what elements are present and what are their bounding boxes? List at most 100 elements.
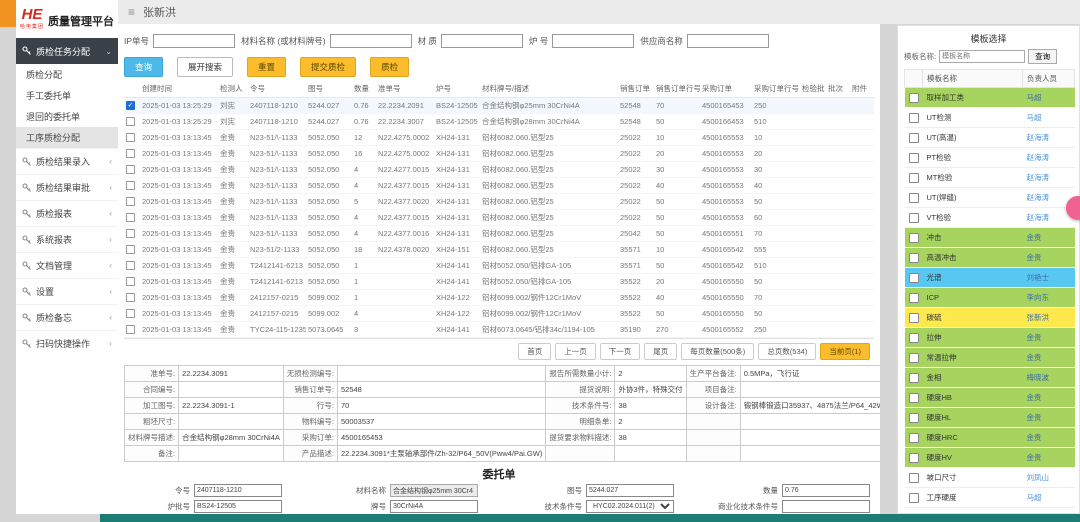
template-owner-link[interactable]: 张新洪 [1023,308,1075,328]
template-checkbox[interactable] [909,313,919,323]
template-owner-link[interactable]: 金贵 [1023,428,1075,448]
scroll-gutter[interactable] [880,24,897,514]
sidebar-item-文档管理[interactable]: 文档管理‹ [16,252,118,278]
template-owner-link[interactable]: 李向东 [1023,288,1075,308]
form-input-炉批号[interactable] [194,500,282,513]
sidebar-item-扫码快捷操作[interactable]: 扫码快捷操作‹ [16,330,118,356]
sidebar-item-质检报表[interactable]: 质检报表‹ [16,200,118,226]
search-input-IP单号[interactable] [153,34,235,48]
order-no-link[interactable]: N23-51/\-1133 [248,146,306,162]
menu-icon[interactable]: ≡ [128,5,135,19]
order-no-link[interactable]: N23-51/\-1133 [248,178,306,194]
table-row[interactable]: 2025-01-03 13:13:45金贵N23-51/\-11335052.0… [124,130,874,146]
template-owner-link[interactable]: 马超 [1023,108,1075,128]
pager-上一页[interactable]: 上一页 [555,343,596,360]
template-row[interactable]: UT(焊缝)赵海涛 [905,188,1075,208]
template-checkbox[interactable] [909,373,919,383]
form-input-牌号[interactable] [390,500,478,513]
table-row[interactable]: 2025-01-03 13:13:45金贵N23-51/\-11335052.0… [124,146,874,162]
order-no-link[interactable]: 2412157-0215 [248,290,306,306]
pager-下一页[interactable]: 下一页 [600,343,641,360]
template-owner-link[interactable]: 马超 [1023,488,1075,508]
template-checkbox[interactable] [909,213,919,223]
order-no-link[interactable]: 2407118-1210 [248,114,306,130]
template-checkbox[interactable] [909,153,919,163]
template-checkbox[interactable] [909,113,919,123]
template-row[interactable]: 光谱刘艳士 [905,268,1075,288]
template-checkbox[interactable] [909,453,919,463]
table-row[interactable]: 2025-01-03 13:13:45金贵T2412141-62135052.0… [124,274,874,290]
row-checkbox[interactable]: ✓ [126,101,135,110]
order-no-link[interactable]: N23-51/2-1133 [248,242,306,258]
order-no-link[interactable]: T2412141-6213 [248,258,306,274]
template-row[interactable]: 工序硬度马超 [905,488,1075,508]
table-row[interactable]: 2025-01-03 13:13:45金贵N23-51/2-11335052.0… [124,242,874,258]
row-checkbox[interactable] [126,261,135,270]
template-row[interactable]: 硬度HB金贵 [905,388,1075,408]
form-input-材料名称[interactable] [390,484,478,497]
提交质检-button[interactable]: 提交质检 [300,57,356,77]
template-row[interactable]: 常温拉伸金贵 [905,348,1075,368]
row-checkbox[interactable] [126,181,135,190]
search-input-炉 号[interactable] [552,34,634,48]
form-input-令号[interactable] [194,484,282,497]
form-select-技术条件号[interactable]: HYC02.2024.011(2) [586,500,674,513]
template-row[interactable]: 金相梅晓波 [905,368,1075,388]
row-checkbox[interactable] [126,117,135,126]
template-owner-link[interactable]: 刘凤山 [1023,468,1075,488]
template-row[interactable]: 硬度HV金贵 [905,448,1075,468]
sidebar-item-工序质检分配[interactable]: 工序质检分配 [16,127,118,148]
order-no-link[interactable]: T2412141-6213 [248,274,306,290]
template-checkbox[interactable] [909,493,919,503]
template-checkbox[interactable] [909,333,919,343]
template-row[interactable]: 坡口尺寸刘凤山 [905,468,1075,488]
row-checkbox[interactable] [126,213,135,222]
table-row[interactable]: 2025-01-03 13:13:45金贵2412157-02155099.00… [124,290,874,306]
template-owner-link[interactable]: 金贵 [1023,348,1075,368]
template-owner-link[interactable]: 金贵 [1023,328,1075,348]
search-input-材 质[interactable] [441,34,523,48]
form-input-商业化技术条件号[interactable] [782,500,870,513]
order-no-link[interactable]: TYC24-115-1235 [248,322,306,338]
pager-尾页[interactable]: 尾页 [644,343,677,360]
template-row[interactable]: VT检验赵海涛 [905,208,1075,228]
template-checkbox[interactable] [909,413,919,423]
pager-总页数(534)[interactable]: 总页数(534) [758,343,816,360]
template-checkbox[interactable] [909,253,919,263]
template-checkbox[interactable] [909,433,919,443]
sidebar-item-质检结果审批[interactable]: 质检结果审批‹ [16,174,118,200]
template-checkbox[interactable] [909,193,919,203]
table-row[interactable]: 2025-01-03 13:13:45金贵N23-51/\-11335052.0… [124,178,874,194]
template-checkbox[interactable] [909,233,919,243]
sidebar-item-质检分配[interactable]: 质检分配 [16,64,118,85]
template-row[interactable]: 高温冲击金贵 [905,248,1075,268]
template-row[interactable]: 冲击金贵 [905,228,1075,248]
table-row[interactable]: 2025-01-03 13:13:45金贵N23-51/\-11335052.0… [124,162,874,178]
table-row[interactable]: 2025-01-03 13:13:45金贵N23-51/\-11335052.0… [124,194,874,210]
search-input-供应商名称[interactable] [687,34,769,48]
质检-button[interactable]: 质检 [370,57,409,77]
template-checkbox[interactable] [909,173,919,183]
sidebar-item-设置[interactable]: 设置‹ [16,278,118,304]
order-no-link[interactable]: N23-51/\-1133 [248,194,306,210]
template-owner-link[interactable]: 赵海涛 [1023,128,1075,148]
template-owner-link[interactable]: 金贵 [1023,248,1075,268]
row-checkbox[interactable] [126,293,135,302]
table-row[interactable]: 2025-01-03 13:13:45金贵2412157-02155099.00… [124,306,874,322]
sidebar-item-质检备忘[interactable]: 质检备忘‹ [16,304,118,330]
template-owner-link[interactable]: 金贵 [1023,448,1075,468]
展开搜索-button[interactable]: 展开搜索 [177,57,233,77]
order-no-link[interactable]: N23-51/\-1133 [248,162,306,178]
pager-当前页(1)[interactable]: 当前页(1) [820,343,870,360]
template-owner-link[interactable]: 赵海涛 [1023,148,1075,168]
template-row[interactable]: 取样加工类马超 [905,88,1075,108]
form-input-数量[interactable] [782,484,870,497]
table-row[interactable]: 2025-01-03 13:13:45金贵N23-51/\-11335052.0… [124,226,874,242]
order-no-link[interactable]: N23-51/\-1133 [248,130,306,146]
sidebar-item-质检结果录入[interactable]: 质检结果录入‹ [16,148,118,174]
template-row[interactable]: UT检测马超 [905,108,1075,128]
template-checkbox[interactable] [909,353,919,363]
panel-search-input[interactable] [939,50,1025,63]
row-checkbox[interactable] [126,309,135,318]
sidebar-group-task-assign[interactable]: 质检任务分配 ⌄ [16,38,118,64]
